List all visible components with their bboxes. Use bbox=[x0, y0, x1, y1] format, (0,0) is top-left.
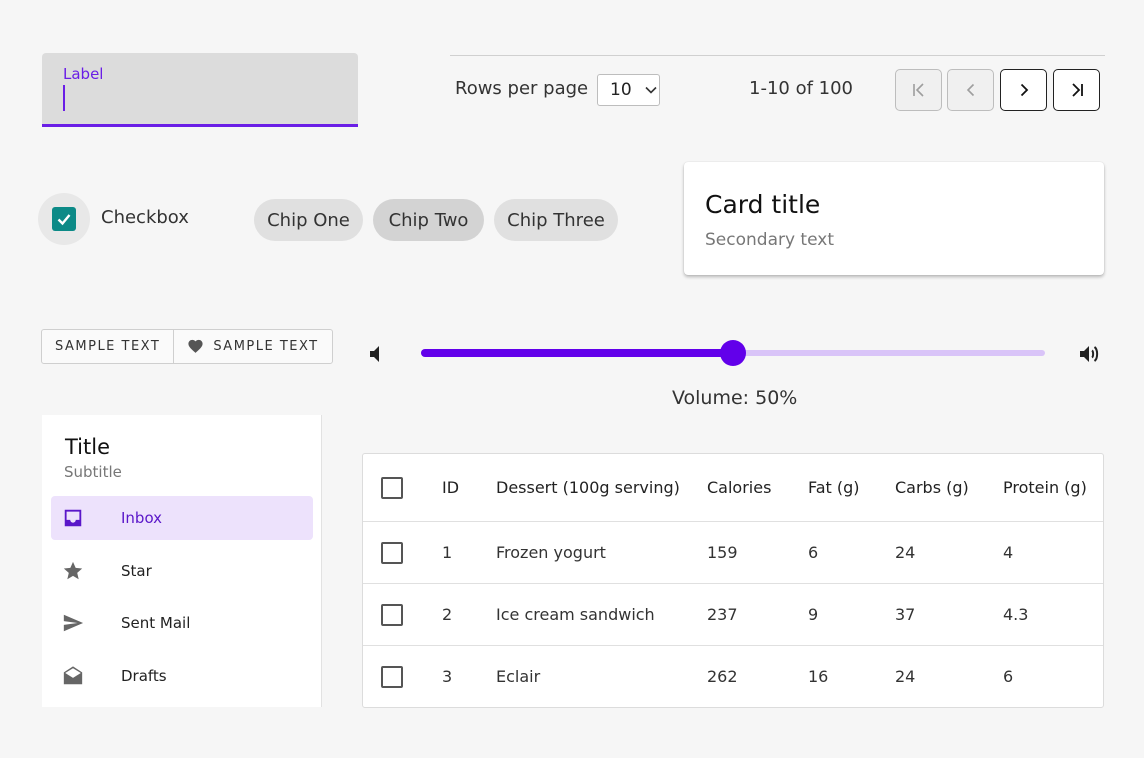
row-checkbox[interactable] bbox=[381, 665, 403, 688]
pagination-divider bbox=[450, 55, 1105, 56]
header-carbs[interactable]: Carbs (g) bbox=[895, 478, 969, 497]
cell-carbs: 24 bbox=[895, 543, 916, 562]
chip-two[interactable]: Chip Two bbox=[373, 199, 484, 241]
slider-thumb[interactable] bbox=[720, 340, 746, 366]
sample-text-button-label: SAMPLE TEXT bbox=[55, 339, 161, 354]
send-icon bbox=[63, 614, 84, 632]
table-row[interactable]: 1 Frozen yogurt 159 6 24 4 bbox=[363, 521, 1103, 583]
sample-text-heart-button[interactable]: SAMPLE TEXT bbox=[173, 330, 331, 363]
nav-item-inbox[interactable]: Inbox bbox=[51, 496, 313, 540]
cell-dessert: Frozen yogurt bbox=[496, 543, 606, 562]
cell-carbs: 37 bbox=[895, 605, 916, 624]
button-group: SAMPLE TEXT SAMPLE TEXT bbox=[41, 329, 333, 364]
nav-item-drafts[interactable]: Drafts bbox=[51, 654, 313, 698]
slider-fill bbox=[421, 349, 737, 357]
select-all-checkbox[interactable] bbox=[381, 476, 403, 499]
first-page-icon bbox=[912, 83, 924, 97]
star-icon bbox=[63, 561, 83, 580]
chip-one[interactable]: Chip One bbox=[254, 199, 363, 241]
table-header-row: ID Dessert (100g serving) Calories Fat (… bbox=[363, 454, 1103, 521]
chevron-right-icon bbox=[1020, 83, 1028, 97]
cell-carbs: 24 bbox=[895, 667, 916, 686]
cell-calories: 237 bbox=[707, 605, 738, 624]
rows-per-page-label: Rows per page bbox=[455, 78, 589, 99]
checkbox[interactable] bbox=[38, 193, 90, 245]
cell-calories: 159 bbox=[707, 543, 738, 562]
chevron-down-icon bbox=[645, 86, 657, 94]
text-field[interactable]: Label bbox=[42, 53, 358, 127]
heart-icon bbox=[188, 339, 203, 353]
checkbox-box[interactable] bbox=[52, 207, 76, 231]
cell-fat: 16 bbox=[808, 667, 829, 686]
row-checkbox[interactable] bbox=[381, 541, 403, 564]
sample-text-button[interactable]: SAMPLE TEXT bbox=[42, 330, 173, 363]
nav-item-star-label: Star bbox=[121, 562, 152, 580]
checkbox-label: Checkbox bbox=[101, 207, 189, 228]
inbox-icon bbox=[64, 509, 82, 527]
pagination-range: 1-10 of 100 bbox=[749, 78, 854, 99]
cell-id: 1 bbox=[442, 543, 453, 562]
cell-dessert: Eclair bbox=[496, 667, 541, 686]
nav-item-drafts-label: Drafts bbox=[121, 667, 167, 685]
cell-protein: 4 bbox=[1003, 543, 1014, 562]
cell-fat: 6 bbox=[808, 543, 819, 562]
rows-per-page-value: 10 bbox=[610, 80, 632, 100]
cell-protein: 4.3 bbox=[1003, 605, 1029, 624]
nav-item-star[interactable]: Star bbox=[51, 549, 313, 593]
cell-protein: 6 bbox=[1003, 667, 1014, 686]
text-field-label: Label bbox=[63, 65, 104, 83]
cell-dessert: Ice cream sandwich bbox=[496, 605, 655, 624]
volume-up-icon[interactable] bbox=[1077, 342, 1101, 366]
table-row[interactable]: 2 Ice cream sandwich 237 9 37 4.3 bbox=[363, 583, 1103, 645]
nav-item-sent-mail-label: Sent Mail bbox=[121, 614, 191, 632]
nav-item-inbox-label: Inbox bbox=[121, 509, 163, 527]
cell-id: 3 bbox=[442, 667, 453, 686]
card-title: Card title bbox=[705, 190, 821, 219]
cell-calories: 262 bbox=[707, 667, 738, 686]
previous-page-button[interactable] bbox=[947, 69, 994, 111]
volume-down-icon[interactable] bbox=[366, 342, 390, 366]
card-secondary-text: Secondary text bbox=[705, 230, 834, 250]
chevron-left-icon bbox=[966, 83, 974, 97]
header-fat[interactable]: Fat (g) bbox=[808, 478, 860, 497]
rows-per-page-select[interactable]: 10 bbox=[597, 74, 660, 106]
header-calories[interactable]: Calories bbox=[707, 478, 771, 497]
header-protein[interactable]: Protein (g) bbox=[1003, 478, 1087, 497]
cell-id: 2 bbox=[442, 605, 453, 624]
check-icon bbox=[57, 214, 71, 226]
last-page-icon bbox=[1071, 83, 1083, 97]
row-checkbox[interactable] bbox=[381, 603, 403, 626]
table-row[interactable]: 3 Eclair 262 16 24 6 bbox=[363, 645, 1103, 707]
data-table: ID Dessert (100g serving) Calories Fat (… bbox=[362, 453, 1104, 708]
cell-fat: 9 bbox=[808, 605, 819, 624]
drafts-icon bbox=[63, 666, 83, 685]
nav-title: Title bbox=[65, 435, 111, 459]
nav-subtitle: Subtitle bbox=[64, 463, 122, 481]
navigation-list: Title Subtitle Inbox Star Sent Mail Draf… bbox=[42, 415, 322, 707]
card: Card title Secondary text bbox=[684, 162, 1104, 275]
chip-three[interactable]: Chip Three bbox=[494, 199, 618, 241]
last-page-button[interactable] bbox=[1053, 69, 1100, 111]
header-id[interactable]: ID bbox=[442, 478, 459, 497]
volume-label: Volume: 50% bbox=[672, 387, 798, 409]
nav-item-sent-mail[interactable]: Sent Mail bbox=[51, 601, 313, 645]
sample-text-heart-button-label: SAMPLE TEXT bbox=[213, 339, 319, 354]
first-page-button[interactable] bbox=[895, 69, 942, 111]
next-page-button[interactable] bbox=[1000, 69, 1047, 111]
text-input[interactable] bbox=[63, 83, 333, 111]
header-dessert[interactable]: Dessert (100g serving) bbox=[496, 478, 680, 497]
